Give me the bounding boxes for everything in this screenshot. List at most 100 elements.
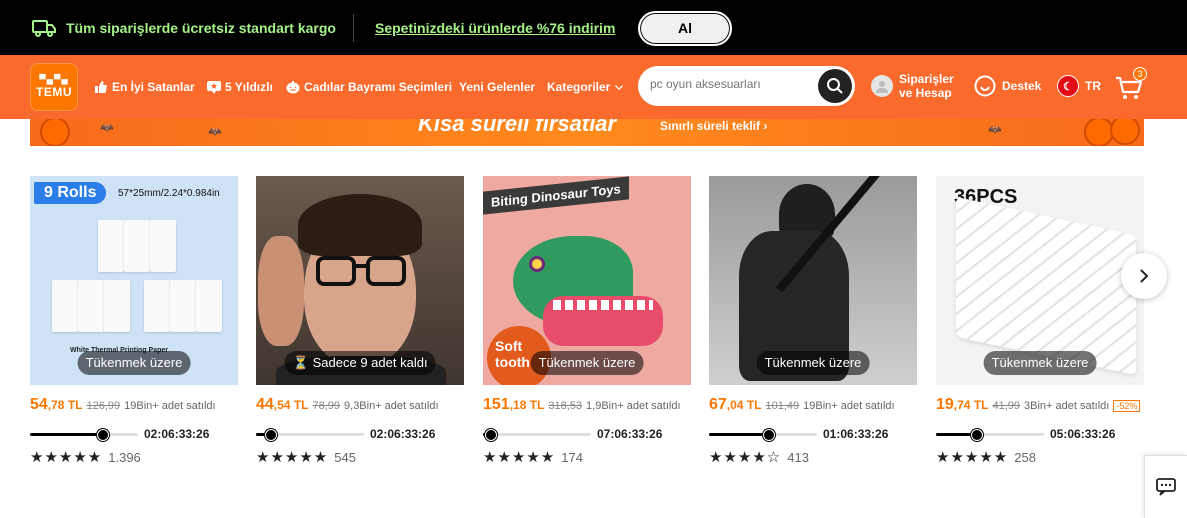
chat-widget[interactable] [1144,455,1187,518]
paper-roll [150,220,176,272]
bat-icon: 🦇 [208,126,222,138]
discount-link[interactable]: Sepetinizdeki ürünlerde %76 indirim [375,20,615,36]
clock-icon [97,429,109,441]
thumbs-up-icon [95,81,107,93]
logo-icons: ▀▄▀▄ [39,74,69,84]
progress-track [256,429,364,441]
original-price: 78,99 [312,400,341,412]
star-rating-icon: ★★★★★ [30,449,103,466]
nav-best-sellers[interactable]: En İyi Satanlar [94,80,195,94]
temu-logo[interactable]: ▀▄▀▄ TEMU [30,63,78,111]
product-card[interactable]: 9 Rolls 57*25mm/2.24*0.984in White Therm… [30,176,238,466]
nav-label: Kategoriler [547,80,611,94]
nav-label: En İyi Satanlar [112,80,195,94]
hourglass-icon: ⏳ [292,355,309,370]
sold-count: 19Bin+ adet satıldı [124,400,216,412]
carousel-next-button[interactable] [1121,253,1167,299]
free-shipping-text: Tüm siparişlerde ücretsiz standart kargo [66,20,336,36]
nav-five-star[interactable]: 5 Yıldızlı [207,80,273,94]
stock-tag: Tükenmek üzere [983,351,1097,375]
countdown-time: 02:06:33:26 [144,427,210,441]
price-fraction: ,18 TL [509,398,545,412]
stock-tag: Tükenmek üzere [756,351,870,375]
avatar [871,75,893,97]
product-size-label: 57*25mm/2.24*0.984in [118,188,220,199]
promo-divider [353,14,354,42]
pumpkin-icon [40,119,70,146]
paper-roll [98,220,124,272]
countdown-time: 05:06:33:26 [1050,427,1116,441]
chat-icon [1156,478,1176,496]
star-rating-icon: ★★★★★ [256,449,329,466]
progress-track [936,429,1044,441]
review-count: 174 [561,449,583,465]
turkey-flag-icon: ☾ [1057,75,1079,97]
product-image[interactable]: Biting Dinosaur Toys Soft tooth Tükenmek… [483,176,691,385]
progress-track [709,429,817,441]
price-row: 54,78 TL 126,99 19Bin+ adet satıldı [30,396,216,414]
original-price: 318,53 [548,400,583,412]
account-line-2: ve Hesap [899,86,952,100]
review-count: 413 [787,449,809,465]
product-image[interactable]: 36PCS Tükenmek üzere [936,176,1144,385]
price-row: 151,18 TL 318,53 1,9Bin+ adet satıldı [483,396,681,414]
original-price: 126,99 [86,400,121,412]
paper-roll [144,280,170,332]
progress-fill [30,433,97,436]
paper-roll [104,280,130,332]
orders-account[interactable]: Siparişler ve Hesap [871,72,954,100]
countdown-time: 07:06:33:26 [597,427,663,441]
nav-categories[interactable]: Kategoriler [547,80,624,94]
countdown: 01:06:33:26 [709,427,917,441]
price-fraction: ,04 TL [726,398,762,412]
pumpkin-icon [286,81,300,94]
search-button[interactable] [818,69,852,103]
nav-label: 5 Yıldızlı [225,80,273,94]
price-main: 151 [483,396,510,413]
product-card[interactable]: 36PCS Tükenmek üzere 19,74 TL 41,99 3Bin… [936,176,1144,466]
nav-halloween[interactable]: Cadılar Bayramı Seçimleri [286,80,452,94]
nav-label: Cadılar Bayramı Seçimleri [304,80,453,94]
product-badge: Biting Dinosaur Toys [483,176,629,215]
truck-icon [32,20,56,37]
clock-icon [763,429,775,441]
flash-deals-title: Kısa süreli fırsatlar [418,119,617,136]
search-input[interactable] [650,77,810,91]
logo-text: TEMU [36,85,72,99]
cart-button[interactable]: 3 [1114,67,1147,103]
cart-count-badge: 3 [1133,67,1147,81]
nav-label: Yeni Gelenler [459,80,536,94]
product-card[interactable]: Biting Dinosaur Toys Soft tooth Tükenmek… [483,176,691,466]
white-sticks [956,196,1136,376]
nav-new-arrivals[interactable]: Yeni Gelenler [459,80,535,94]
main-header: ▀▄▀▄ TEMU En İyi Satanlar 5 Yıldızlı Cad… [0,55,1187,119]
price-fraction: ,78 TL [47,398,83,412]
star-badge-icon [207,81,221,94]
paper-roll [170,280,196,332]
progress-track [483,429,591,441]
review-count: 258 [1014,449,1036,465]
stock-tag: Tükenmek üzere [530,351,644,375]
price-fraction: ,54 TL [273,398,309,412]
rating: ★★★★☆ 413 [709,448,809,466]
price-fraction: ,74 TL [953,398,989,412]
price-main: 19 [936,396,954,413]
dinosaur-eye [529,256,545,272]
countdown: 02:06:33:26 [256,427,464,441]
glasses-bridge [356,264,366,268]
progress-fill [709,433,763,436]
smile-icon [974,75,996,97]
language-selector[interactable]: ☾ TR [1057,75,1101,97]
product-image[interactable]: ⏳ Sadece 9 adet kaldı [256,176,464,385]
glasses-right-lens [366,256,406,286]
price-main: 54 [30,396,48,413]
support-link[interactable]: Destek [974,75,1041,97]
product-card[interactable]: ⏳ Sadece 9 adet kaldı 44,54 TL 78,99 9,3… [256,176,464,466]
product-card[interactable]: Tükenmek üzere 67,04 TL 101,49 19Bin+ ad… [709,176,917,466]
bat-icon: 🦇 [988,124,1002,136]
flash-deals-banner[interactable]: 🦇 🦇 Kısa süreli fırsatlar Sınırlı süreli… [30,119,1144,146]
al-button[interactable]: Al [638,11,732,46]
product-carousel: 9 Rolls 57*25mm/2.24*0.984in White Therm… [30,176,1150,476]
product-image[interactable]: Tükenmek üzere [709,176,917,385]
product-image[interactable]: 9 Rolls 57*25mm/2.24*0.984in White Therm… [30,176,238,385]
